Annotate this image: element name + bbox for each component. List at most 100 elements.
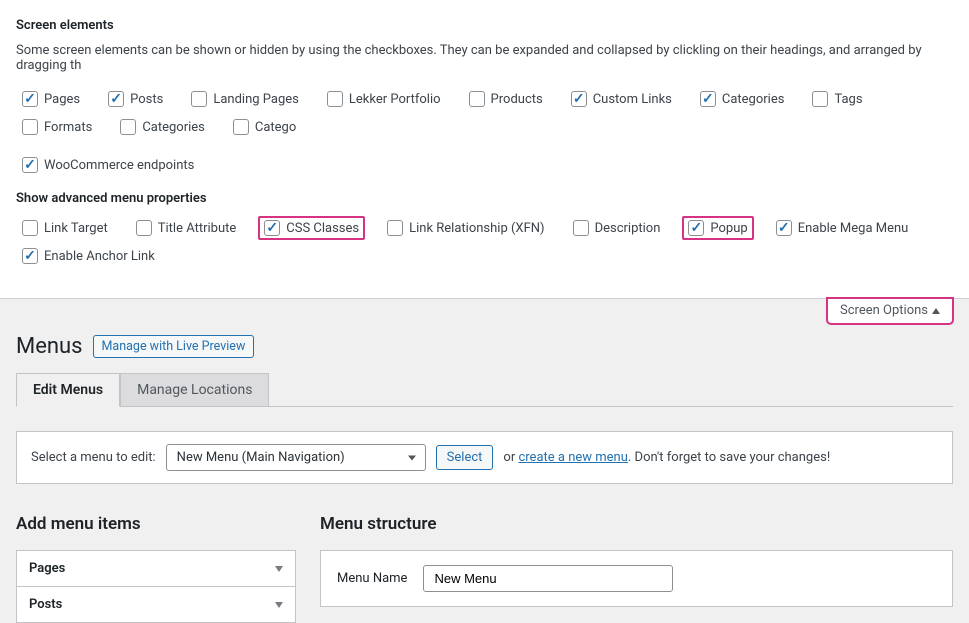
checkbox-label: Custom Links (593, 92, 672, 107)
checkbox-label: Products (491, 92, 543, 107)
checkbox-option[interactable]: Title Attribute (130, 216, 243, 240)
tab-edit-menus[interactable]: Edit Menus (16, 373, 120, 407)
add-menu-items-col: Add menu items Pages Posts (16, 514, 296, 623)
checkbox-label: Title Attribute (158, 221, 237, 236)
checkbox-icon (22, 91, 38, 107)
triangle-up-icon (932, 308, 940, 314)
checkbox-option[interactable]: Posts (102, 87, 169, 111)
screen-options-toggle[interactable]: Screen Options (827, 298, 953, 324)
helper-text: Some screen elements can be shown or hid… (16, 43, 953, 73)
page-heading-row: Menus Manage with Live Preview (0, 324, 969, 359)
checkbox-icon (22, 157, 38, 173)
checkbox-label: WooCommerce endpoints (44, 158, 194, 173)
create-new-menu-link[interactable]: create a new menu (518, 450, 627, 465)
checkbox-icon (22, 119, 38, 135)
checkbox-icon (387, 220, 403, 236)
checkbox-icon (688, 220, 704, 236)
checkbox-option[interactable]: Link Target (16, 216, 114, 240)
checkbox-icon (264, 220, 280, 236)
checkbox-icon (233, 119, 249, 135)
select-menu-box: Select a menu to edit: New Menu (Main Na… (16, 431, 953, 484)
checkbox-label: Link Target (44, 221, 108, 236)
tabs: Edit Menus Manage Locations (16, 373, 953, 407)
checkbox-label: Categories (722, 92, 785, 107)
checkbox-option[interactable]: Categories (114, 115, 211, 139)
checkbox-label: Catego (255, 120, 296, 135)
checkbox-icon (469, 91, 485, 107)
checkbox-label: Categories (142, 120, 205, 135)
checkbox-icon (108, 91, 124, 107)
checkbox-label: Link Relationship (XFN) (409, 221, 544, 236)
menu-columns: Add menu items Pages Posts Menu structure… (0, 484, 969, 623)
checkbox-row-boxes-2: WooCommerce endpoints (16, 153, 953, 177)
checkbox-option[interactable]: CSS Classes (258, 216, 365, 240)
checkbox-option[interactable]: Catego (227, 115, 302, 139)
checkbox-icon (700, 91, 716, 107)
chevron-down-icon (275, 602, 283, 608)
menu-name-label: Menu Name (337, 571, 407, 586)
screen-options-toggle-row: Screen Options (0, 298, 969, 324)
menu-structure-col: Menu structure Menu Name (320, 514, 953, 623)
checkbox-icon (327, 91, 343, 107)
checkbox-label: Posts (130, 92, 163, 107)
checkbox-option[interactable]: Categories (694, 87, 791, 111)
menu-select-display: New Menu (Main Navigation) (166, 444, 426, 471)
menu-name-row: Menu Name (337, 565, 936, 592)
checkbox-option[interactable]: Enable Mega Menu (770, 216, 915, 240)
checkbox-option[interactable]: Popup (682, 216, 753, 240)
checkbox-icon (191, 91, 207, 107)
checkbox-option[interactable]: Landing Pages (185, 87, 305, 111)
checkbox-icon (776, 220, 792, 236)
checkbox-label: Enable Anchor Link (44, 249, 155, 264)
structure-box: Menu Name (320, 550, 953, 607)
screen-options-label: Screen Options (840, 303, 928, 318)
checkbox-option[interactable]: Custom Links (565, 87, 678, 111)
manage-live-preview-button[interactable]: Manage with Live Preview (93, 335, 255, 358)
checkbox-option[interactable]: WooCommerce endpoints (16, 153, 200, 177)
checkbox-label: Tags (834, 92, 862, 107)
checkbox-icon (22, 220, 38, 236)
checkbox-icon (22, 248, 38, 264)
select-button[interactable]: Select (436, 445, 494, 470)
checkbox-icon (120, 119, 136, 135)
checkbox-label: Enable Mega Menu (798, 221, 909, 236)
checkbox-option[interactable]: Tags (806, 87, 868, 111)
checkbox-option[interactable]: Description (567, 216, 667, 240)
menu-select-dropdown[interactable]: New Menu (Main Navigation) (166, 444, 426, 471)
checkbox-row-advanced: Link Target Title Attribute CSS Classes Lin… (16, 216, 953, 268)
accordion-label: Pages (29, 561, 65, 576)
checkbox-option[interactable]: Lekker Portfolio (321, 87, 447, 111)
checkbox-label: Description (595, 221, 661, 236)
select-menu-prompt: Select a menu to edit: (31, 450, 156, 465)
accordion-list: Pages Posts (16, 550, 296, 623)
tab-manage-locations[interactable]: Manage Locations (120, 373, 269, 406)
structure-heading: Menu structure (320, 514, 953, 534)
accordion-label: Posts (29, 597, 62, 612)
checkbox-option[interactable]: Enable Anchor Link (16, 244, 161, 268)
checkbox-label: Lekker Portfolio (349, 92, 441, 107)
checkbox-option[interactable]: Formats (16, 115, 98, 139)
checkbox-icon (136, 220, 152, 236)
checkbox-label: Popup (710, 221, 747, 236)
section-title-screen-elements: Screen elements (16, 18, 953, 33)
accordion-item[interactable]: Posts (16, 587, 296, 623)
page-title: Menus (16, 334, 83, 359)
menu-name-input[interactable] (423, 565, 673, 592)
checkbox-option[interactable]: Pages (16, 87, 86, 111)
screen-options-panel: Screen elements Some screen elements can… (0, 0, 969, 299)
checkbox-option[interactable]: Link Relationship (XFN) (381, 216, 550, 240)
checkbox-option[interactable]: Products (463, 87, 549, 111)
checkbox-label: Landing Pages (213, 92, 299, 107)
checkbox-label: Formats (44, 120, 92, 135)
checkbox-label: Pages (44, 92, 80, 107)
checkbox-row-boxes: Pages Posts Landing Pages Lekker Portfolio P… (16, 87, 953, 139)
add-items-heading: Add menu items (16, 514, 296, 534)
checkbox-icon (573, 220, 589, 236)
checkbox-label: CSS Classes (286, 221, 359, 236)
checkbox-icon (571, 91, 587, 107)
section-title-advanced: Show advanced menu properties (16, 191, 953, 206)
checkbox-icon (812, 91, 828, 107)
select-menu-suffix: or create a new menu. Don't forget to sa… (503, 450, 830, 465)
accordion-item[interactable]: Pages (16, 550, 296, 587)
chevron-down-icon (275, 566, 283, 572)
